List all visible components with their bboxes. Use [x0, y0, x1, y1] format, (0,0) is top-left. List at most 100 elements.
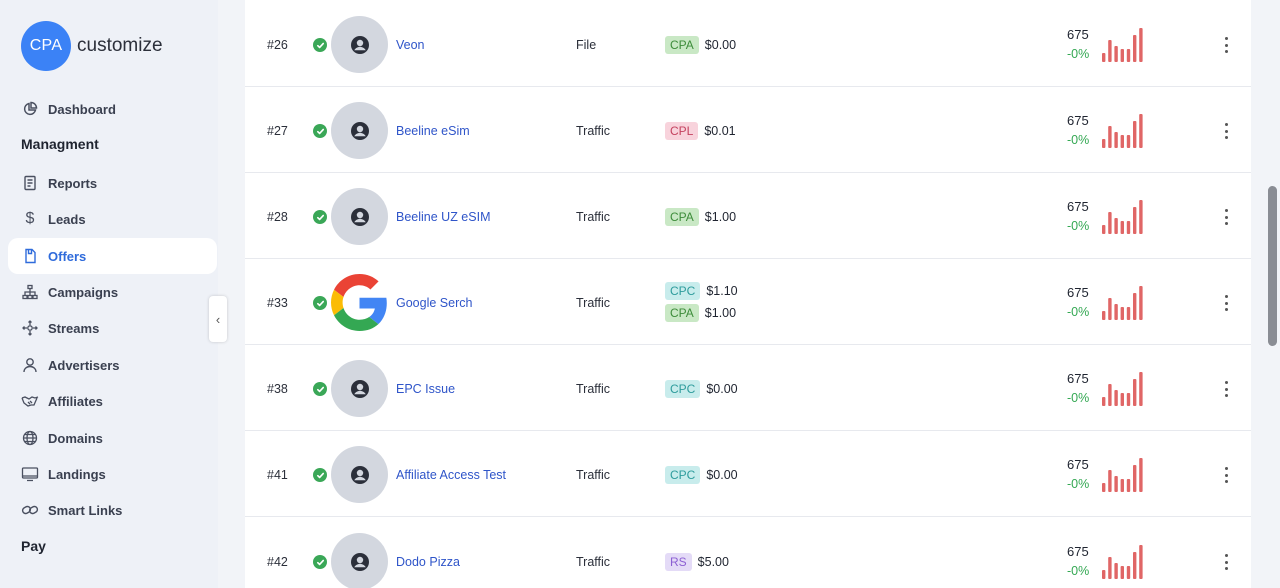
kebab-dot-icon — [1224, 209, 1228, 212]
table-row[interactable]: #38 EPC Issue Traffic CPC $0.00 675 -0% — [245, 345, 1251, 431]
avatar-user-icon — [331, 102, 388, 159]
row-menu-button[interactable] — [1221, 467, 1231, 483]
payouts: RS $5.00 — [665, 551, 729, 573]
avatar-user-icon — [331, 446, 388, 503]
sparkline-bar — [1120, 135, 1124, 148]
sparkline-bar — [1126, 221, 1131, 234]
payouts: CPA $0.00 — [665, 34, 736, 56]
offer-name-link[interactable]: Dodo Pizza — [396, 555, 460, 569]
sidebar-item-dashboard[interactable]: Dashboard — [8, 91, 217, 127]
sparkline-bar — [1133, 465, 1137, 492]
status-check-icon — [313, 38, 327, 52]
kebab-dot-icon — [1224, 123, 1228, 126]
payout-amount: $5.00 — [697, 555, 729, 569]
sparkline-bar — [1108, 212, 1112, 234]
sidebar-item-streams[interactable]: Streams — [8, 310, 217, 346]
sidebar-item-reports[interactable]: Reports — [8, 165, 217, 201]
sparkline-chart — [1101, 369, 1145, 406]
offer-name-link[interactable]: Veon — [396, 38, 425, 52]
table-row[interactable]: #28 Beeline UZ eSIM Traffic CPA $1.00 675 -0% — [245, 173, 1251, 259]
offer-stats: 675 -0% — [1067, 457, 1089, 492]
table-row[interactable]: #41 Affiliate Access Test Traffic CPC $0.00 6… — [245, 431, 1251, 517]
sidebar-item-smart-links[interactable]: Smart Links — [8, 492, 217, 528]
offer-id: #41 — [267, 468, 288, 482]
kebab-dot-icon — [1224, 473, 1228, 477]
sidebar-item-affiliates[interactable]: Affiliates — [8, 383, 217, 419]
sparkline-bar — [1114, 390, 1118, 406]
sparkline-bar — [1139, 114, 1143, 148]
payout-model-badge: RS — [665, 553, 692, 571]
collapse-sidebar-button[interactable]: ‹ — [209, 296, 227, 342]
payout-line: RS $5.00 — [665, 551, 729, 573]
row-menu-button[interactable] — [1221, 295, 1231, 311]
sparkline-bar — [1120, 221, 1124, 234]
sidebar-item-leads[interactable]: $ Leads — [8, 201, 217, 237]
offer-name-link[interactable]: Beeline eSim — [396, 124, 470, 138]
stat-count: 675 — [1067, 544, 1089, 559]
status-check-icon — [313, 382, 327, 396]
table-row[interactable]: #33 Google Serch Traffic CPC $1.10 CPA $1.00 67… — [245, 259, 1251, 345]
status-check-icon — [313, 124, 327, 138]
table-row[interactable]: #26 Veon File CPA $0.00 675 -0% — [245, 1, 1251, 87]
sparkline-bar — [1139, 458, 1143, 492]
sidebar-item-label: Affiliates — [48, 393, 103, 409]
offer-type: Traffic — [576, 210, 611, 224]
kebab-dot-icon — [1224, 308, 1228, 311]
stat-count: 675 — [1067, 199, 1089, 214]
offers-table: #26 Veon File CPA $0.00 675 -0% #27 Beeline eSim… — [245, 0, 1251, 588]
row-menu-button[interactable] — [1221, 381, 1231, 397]
sidebar-item-campaigns[interactable]: Campaigns — [8, 274, 217, 310]
kebab-dot-icon — [1224, 467, 1228, 470]
stat-change: -0% — [1067, 477, 1090, 491]
sidebar-item-advertisers[interactable]: Advertisers — [8, 347, 217, 383]
sparkline-bar — [1126, 393, 1131, 406]
row-menu-button[interactable] — [1221, 37, 1231, 53]
offer-id: #27 — [267, 124, 288, 138]
offer-name-link[interactable]: Google Serch — [396, 296, 472, 310]
kebab-dot-icon — [1224, 37, 1228, 40]
sidebar-item-label: Campaigns — [48, 284, 119, 300]
sidebar-item-offers[interactable]: Offers — [8, 238, 217, 274]
stat-count: 675 — [1067, 113, 1089, 128]
sidebar-item-domains[interactable]: Domains — [8, 420, 217, 456]
google-logo-icon — [331, 274, 388, 331]
sidebar-item-landings[interactable]: Landings — [8, 456, 217, 492]
offers-icon — [21, 247, 39, 265]
payouts: CPA $1.00 — [665, 206, 736, 228]
offer-type: Traffic — [576, 382, 611, 396]
scrollbar-thumb[interactable] — [1268, 186, 1277, 346]
sparkline-bar — [1108, 470, 1112, 492]
offer-type: File — [576, 38, 597, 52]
sparkline-bar — [1102, 53, 1106, 62]
avatar-user-icon — [331, 16, 388, 73]
table-row[interactable]: #42 Dodo Pizza Traffic RS $5.00 675 -0% — [245, 518, 1251, 588]
sparkline-svg — [1102, 28, 1143, 62]
sidebar-item-label: Dashboard — [48, 101, 116, 117]
offer-type: Traffic — [576, 296, 611, 310]
kebab-dot-icon — [1224, 301, 1228, 305]
payout-amount: $1.00 — [704, 210, 737, 224]
payouts: CPC $1.10 CPA $1.00 — [665, 280, 738, 324]
kebab-dot-icon — [1224, 554, 1228, 557]
payout-line: CPC $0.00 — [665, 378, 738, 400]
sparkline-bar — [1120, 479, 1124, 492]
offer-name-link[interactable]: Affiliate Access Test — [396, 468, 506, 482]
brand-logo[interactable]: CPA customize — [21, 21, 163, 71]
row-menu-button[interactable] — [1221, 554, 1231, 570]
sidebar-item-label: Domains — [48, 430, 103, 446]
offer-name-link[interactable]: Beeline UZ eSIM — [396, 210, 490, 224]
sparkline-bar — [1133, 379, 1137, 406]
sparkline-bar — [1114, 218, 1118, 234]
offer-name-link[interactable]: EPC Issue — [396, 382, 455, 396]
kebab-dot-icon — [1224, 215, 1228, 219]
status-check-icon — [313, 296, 327, 310]
row-menu-button[interactable] — [1221, 209, 1231, 225]
table-row[interactable]: #27 Beeline eSim Traffic CPL $0.01 675 -0% — [245, 87, 1251, 173]
logo-text: customize — [77, 35, 163, 56]
sparkline-bar — [1102, 570, 1106, 579]
status-check-icon — [313, 210, 327, 224]
sparkline-bar — [1102, 311, 1106, 320]
sparkline-bar — [1139, 28, 1143, 62]
row-menu-button[interactable] — [1221, 123, 1231, 139]
sparkline-bar — [1108, 126, 1112, 148]
